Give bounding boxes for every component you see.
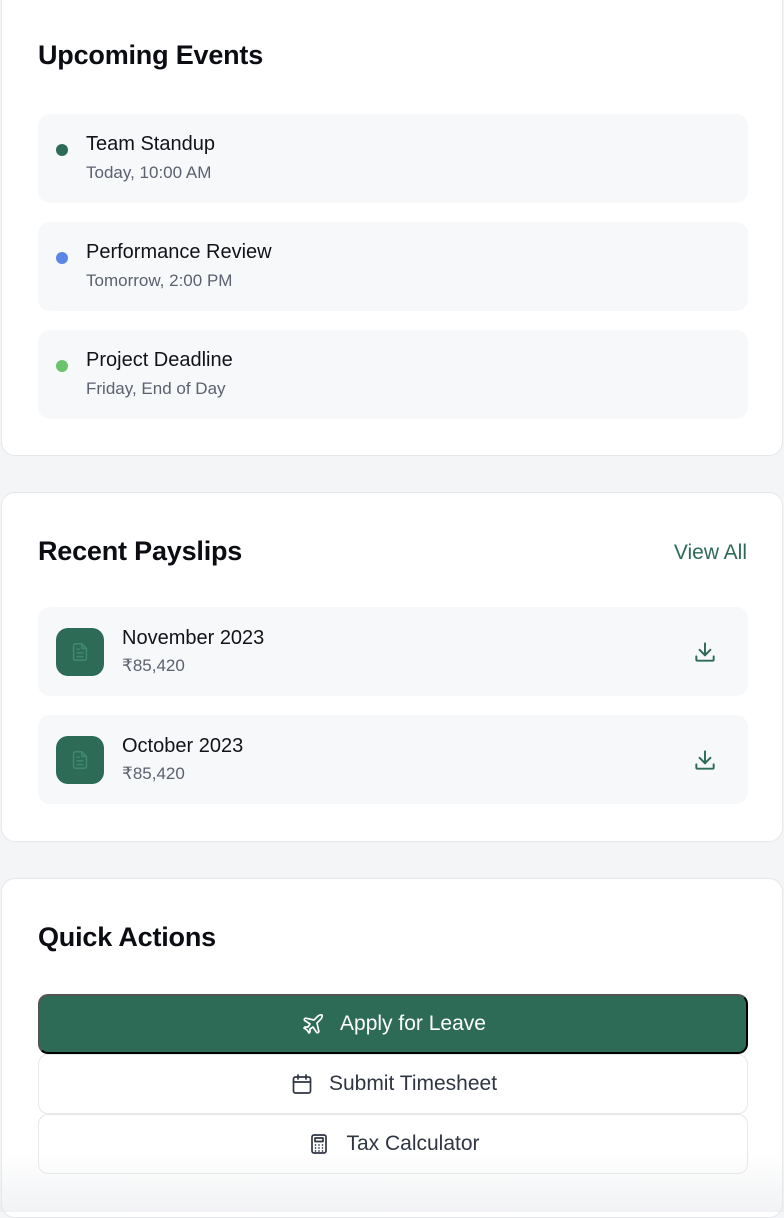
tax-calculator-label: Tax Calculator: [346, 1132, 479, 1156]
apply-for-leave-button[interactable]: Apply for Leave: [38, 994, 748, 1054]
tax-calculator-button[interactable]: Tax Calculator: [38, 1114, 748, 1174]
quick-actions-title: Quick Actions: [38, 922, 216, 953]
view-all-payslips-link[interactable]: View All: [674, 541, 747, 565]
download-icon[interactable]: [692, 747, 718, 773]
upcoming-events-card: Upcoming Events Team Standup Today, 10:0…: [1, 0, 783, 456]
event-title: Performance Review: [86, 241, 272, 264]
payslip-month: November 2023: [122, 627, 264, 650]
event-item[interactable]: Team Standup Today, 10:00 AM: [38, 114, 748, 203]
submit-timesheet-label: Submit Timesheet: [329, 1072, 497, 1096]
event-title: Team Standup: [86, 133, 215, 156]
submit-timesheet-button[interactable]: Submit Timesheet: [38, 1054, 748, 1114]
event-time: Friday, End of Day: [86, 379, 226, 399]
payslip-amount: ₹85,420: [122, 764, 185, 784]
download-icon[interactable]: [692, 639, 718, 665]
calculator-icon: [306, 1131, 332, 1157]
event-item[interactable]: Performance Review Tomorrow, 2:00 PM: [38, 222, 748, 311]
apply-for-leave-label: Apply for Leave: [340, 1012, 486, 1036]
payslip-item[interactable]: October 2023 ₹85,420: [38, 715, 748, 804]
recent-payslips-card: Recent Payslips View All November 2023 ₹…: [1, 492, 783, 842]
plane-icon: [300, 1011, 326, 1037]
payslip-month: October 2023: [122, 735, 243, 758]
event-item[interactable]: Project Deadline Friday, End of Day: [38, 330, 748, 419]
event-status-dot: [56, 144, 68, 156]
calendar-icon: [289, 1071, 315, 1097]
quick-actions-card: Quick Actions Apply for Leave Submit Tim…: [1, 878, 783, 1218]
payslip-item[interactable]: November 2023 ₹85,420: [38, 607, 748, 696]
payslip-icon-box: [56, 628, 104, 676]
event-time: Tomorrow, 2:00 PM: [86, 271, 232, 291]
recent-payslips-title: Recent Payslips: [38, 536, 242, 567]
upcoming-events-title: Upcoming Events: [38, 40, 263, 71]
event-time: Today, 10:00 AM: [86, 163, 211, 183]
document-icon: [69, 641, 91, 663]
document-icon: [69, 749, 91, 771]
event-status-dot: [56, 360, 68, 372]
payslip-amount: ₹85,420: [122, 656, 185, 676]
event-title: Project Deadline: [86, 349, 233, 372]
event-status-dot: [56, 252, 68, 264]
payslip-icon-box: [56, 736, 104, 784]
